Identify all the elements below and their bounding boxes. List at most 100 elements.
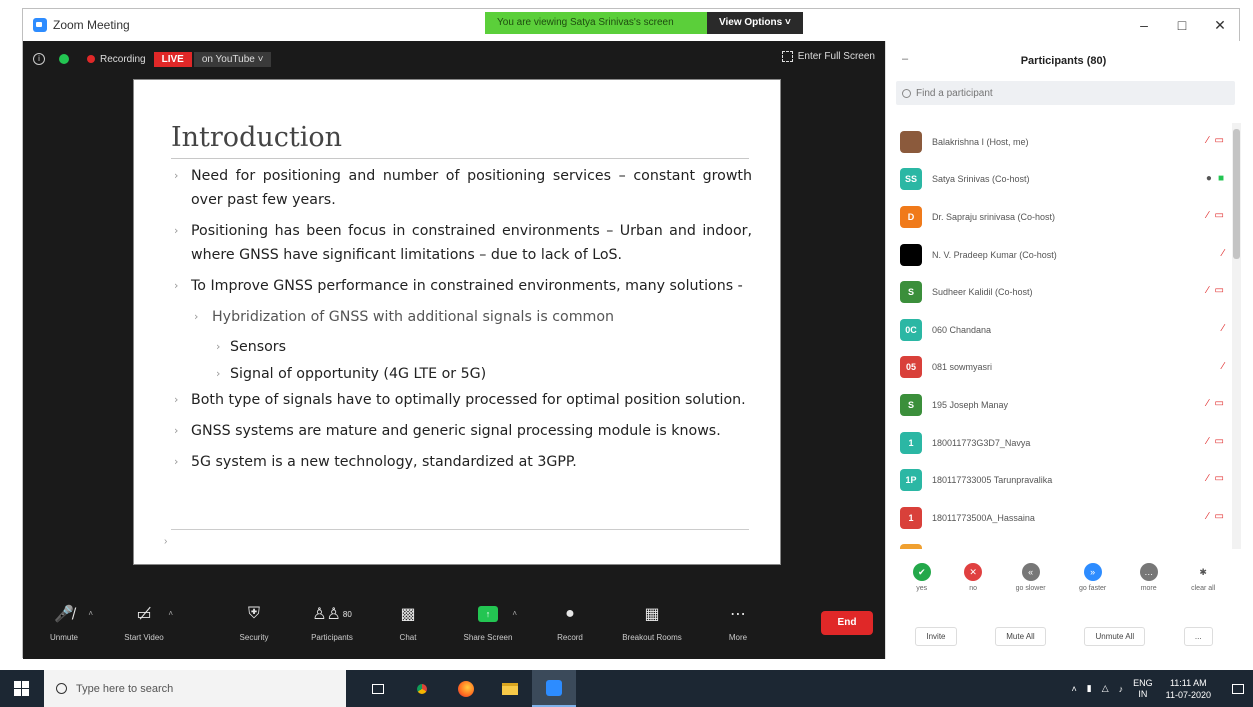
minimize-button[interactable]: – — [1125, 9, 1163, 41]
system-tray: ˄ ▮ △ ♪ ENG IN 11:11 AM 11-07-2020 — [1066, 670, 1253, 707]
avatar: 1 — [900, 506, 922, 529]
participant-row[interactable]: SS Satya Srinivas (Co-host) ● ■ — [886, 161, 1230, 199]
bullet-marker-icon: › — [174, 424, 179, 437]
reaction-go-slower[interactable]: « go slower — [1016, 563, 1046, 607]
avatar: 1P — [900, 469, 922, 492]
invite-button[interactable]: Invite — [915, 626, 957, 646]
close-button[interactable]: ✕ — [1201, 9, 1239, 41]
end-meeting-button[interactable]: End — [821, 611, 873, 635]
encryption-shield-icon[interactable] — [59, 54, 69, 64]
participant-scrollbar[interactable] — [1232, 123, 1241, 549]
mic-muted-icon: ∕ — [1222, 247, 1224, 259]
reaction-yes[interactable]: ✔ yes — [912, 563, 931, 607]
notification-icon[interactable] — [1223, 683, 1253, 694]
chevron-up-icon[interactable]: ˄ — [88, 609, 93, 618]
mic-muted-icon: ∕ — [1206, 398, 1209, 410]
share-screen-button[interactable]: ↑ Share Screen ˄ — [453, 589, 523, 659]
participant-row[interactable]: 1 180011773G3D7_Navya ∕ ▭ — [886, 424, 1230, 462]
participant-row[interactable]: N. V. Pradeep Kumar (Co-host) ∕ — [886, 236, 1230, 274]
reaction-go-faster[interactable]: » go faster — [1079, 563, 1106, 607]
participants-footer: Invite Mute All Unmute All ... — [886, 621, 1242, 651]
participant-status: ∕ ▭ — [1207, 285, 1224, 296]
volume-icon[interactable]: ♪ — [1119, 684, 1124, 694]
mic-muted-icon: ∕ — [1206, 435, 1209, 447]
slide-footer-mark: › — [164, 536, 168, 547]
maximize-button[interactable]: □ — [1163, 9, 1201, 41]
slide-bullet: › 5G system is a new technology, standard… — [172, 450, 752, 474]
info-icon[interactable]: i — [33, 53, 45, 65]
reaction-more[interactable]: … more — [1139, 563, 1158, 607]
participant-name: Dr. Sapraju srinivasa (Co-host) — [932, 211, 1056, 222]
participant-search[interactable] — [896, 81, 1235, 105]
reaction-label: go faster — [1079, 585, 1107, 592]
participant-row[interactable]: Balakrishna I (Host, me) ∕ ▭ — [886, 123, 1230, 161]
bullet-marker-icon: › — [174, 455, 179, 468]
participant-row[interactable]: D Dr. Sapraju srinivasa (Co-host) ∕ ▭ — [886, 198, 1230, 236]
slide-bullet: › GNSS systems are mature and generic sig… — [172, 419, 752, 443]
participant-row[interactable] — [886, 537, 1230, 549]
language-indicator[interactable]: ENG IN — [1133, 678, 1153, 700]
zoom-taskbar-icon[interactable] — [532, 670, 576, 707]
participant-row[interactable]: S 195 Joseph Manay ∕ ▭ — [886, 386, 1230, 424]
youtube-dropdown[interactable]: on YouTube ˅ — [193, 51, 272, 67]
window-controls: – □ ✕ — [1125, 9, 1239, 41]
slide-bullet: › Sensors — [172, 334, 752, 360]
fullscreen-icon — [781, 51, 793, 62]
video-icon: ■ — [1217, 172, 1224, 184]
video-off-icon: ▭ — [1214, 473, 1224, 485]
participant-row[interactable]: 05 081 sowmyasri ∕ — [886, 349, 1230, 387]
unmute-button[interactable]: 🎤̸ Unmute ˄ — [29, 589, 99, 659]
start-button[interactable] — [0, 670, 42, 707]
record-button[interactable]: ● Record — [535, 589, 605, 659]
slide-bullet-text: Sensors — [230, 339, 287, 355]
collapse-icon[interactable]: – — [902, 53, 908, 65]
reaction-no[interactable]: ✕ no — [964, 563, 983, 607]
chat-label: Chat — [399, 633, 417, 642]
mute-all-button[interactable]: Mute All — [995, 626, 1046, 646]
chevron-up-icon[interactable]: ˄ — [1071, 684, 1076, 694]
task-view-icon[interactable] — [356, 670, 400, 707]
taskbar-search[interactable]: Type here to search — [44, 670, 346, 707]
avatar: S — [900, 393, 922, 416]
view-options-button[interactable]: View Options ˅ — [707, 12, 803, 34]
participant-row[interactable]: 1P 180117733005 Tarunpravalika ∕ ▭ — [886, 461, 1230, 499]
taskbar-clock[interactable]: 11:11 AM 11-07-2020 — [1166, 677, 1211, 701]
meeting-top-bar: i Recording LIVE on YouTube ˅ Enter Full… — [23, 41, 885, 77]
scrollbar-thumb[interactable] — [1233, 129, 1240, 259]
more-options-button[interactable]: ... — [1183, 626, 1213, 646]
share-banner: You are viewing Satya Srinivas's screen … — [485, 12, 803, 34]
slide-bullet-text: Signal of opportunity (4G LTE or 5G) — [230, 366, 487, 382]
more-button[interactable]: ⋯ More — [703, 589, 773, 659]
security-label: Security — [239, 633, 269, 642]
participant-row[interactable]: S Sudheer Kalidil (Co-host) ∕ ▭ — [886, 273, 1230, 311]
search-icon — [902, 88, 911, 98]
slide-bullet-text: Both type of signals have to optimally p… — [191, 392, 746, 408]
participant-search-input[interactable] — [916, 87, 1116, 99]
unmute-all-button[interactable]: Unmute All — [1084, 626, 1146, 646]
chevron-up-icon[interactable]: ˄ — [512, 609, 517, 618]
chat-button[interactable]: ▩ Chat — [373, 589, 443, 659]
live-badge[interactable]: LIVE — [153, 51, 192, 67]
participant-row[interactable]: 1 18011773500A_Hassaina ∕ ▭ — [886, 499, 1230, 537]
participant-status: ∕ — [1222, 323, 1224, 334]
slide-bullet: › Positioning has been focus in constrain… — [172, 219, 752, 267]
battery-icon[interactable]: ▮ — [1087, 683, 1092, 694]
file-explorer-icon[interactable] — [488, 670, 532, 707]
mic-muted-icon: ∕ — [1222, 360, 1224, 372]
participants-panel: – Participants (80) Balakrishna I (Host,… — [885, 41, 1241, 659]
participants-button[interactable]: ♙♙ 80 Participants — [297, 589, 367, 659]
network-icon[interactable]: △ — [1102, 683, 1109, 694]
chrome-icon[interactable] — [400, 670, 444, 707]
chevron-up-icon[interactable]: ˄ — [168, 609, 173, 618]
slide-bullet-text: 5G system is a new technology, standardi… — [191, 454, 577, 470]
start-video-button[interactable]: ▭̸ Start Video ˄ — [109, 589, 179, 659]
enter-full-screen-button[interactable]: Enter Full Screen — [781, 51, 875, 62]
participant-row[interactable]: 0C 060 Chandana ∕ — [886, 311, 1230, 349]
firefox-icon[interactable] — [444, 670, 488, 707]
breakout-rooms-button[interactable]: ▦ Breakout Rooms — [617, 589, 687, 659]
slide-bullet: › Signal of opportunity (4G LTE or 5G) — [172, 361, 752, 387]
reaction-clear-all[interactable]: ✱ clear all — [1191, 563, 1215, 607]
participant-status: ∕ ▭ — [1207, 436, 1224, 447]
reaction-label: go slower — [1015, 585, 1046, 592]
security-button[interactable]: ⛨ Security — [219, 589, 289, 659]
